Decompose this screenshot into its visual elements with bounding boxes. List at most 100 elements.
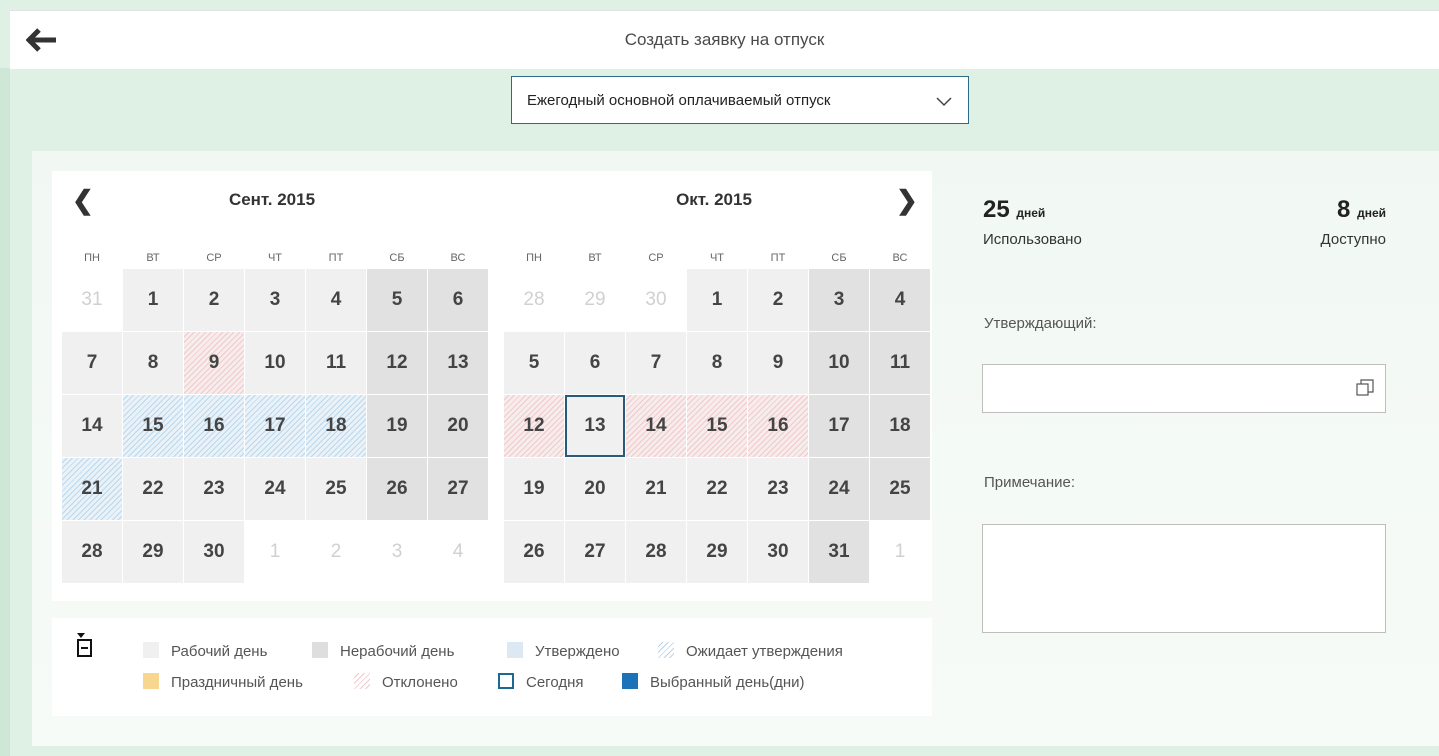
day-cell[interactable]: 27 [565, 521, 625, 583]
day-cell[interactable]: 25 [306, 458, 366, 520]
available-days-unit: дней [1357, 206, 1386, 220]
weekday-header: СР [206, 252, 222, 264]
day-cell[interactable]: 25 [870, 458, 930, 520]
day-cell[interactable]: 2 [748, 269, 808, 331]
available-days-label: Доступно [1320, 231, 1386, 248]
day-cell[interactable]: 18 [870, 395, 930, 457]
day-cell: 29 [584, 289, 606, 310]
note-textarea[interactable] [982, 524, 1386, 633]
day-cell[interactable]: 12 [367, 332, 427, 394]
day-cell[interactable]: 16 [184, 395, 244, 457]
day-cell[interactable]: 29 [687, 521, 747, 583]
prev-month-icon[interactable]: ❮ [72, 187, 94, 213]
legend-label: Ожидает утверждения [686, 643, 843, 660]
day-cell[interactable]: 28 [62, 521, 122, 583]
month-grid-sep: ПН ВТ СР ЧТ ПТ СБ ВС 31 1 2 3 4 5 6 7 8 9 10 11 12 13 14 15 16 1… [62, 248, 488, 583]
next-month-icon[interactable]: ❯ [896, 187, 918, 213]
legend-swatch [143, 673, 159, 689]
legend-holiday: Праздничный день [143, 673, 303, 691]
used-days: 25 дней [983, 196, 1045, 224]
day-cell[interactable]: 22 [687, 458, 747, 520]
day-cell[interactable]: 2 [184, 269, 244, 331]
day-cell[interactable]: 7 [62, 332, 122, 394]
day-cell[interactable]: 22 [123, 458, 183, 520]
day-cell[interactable]: 20 [565, 458, 625, 520]
header-bar: Создать заявку на отпуск [10, 10, 1439, 69]
month-title-oct: Окт. 2015 [676, 190, 752, 209]
day-cell[interactable]: 20 [428, 395, 488, 457]
day-cell[interactable]: 4 [870, 269, 930, 331]
day-cell[interactable]: 17 [809, 395, 869, 457]
day-cell[interactable]: 26 [504, 521, 564, 583]
day-cell[interactable]: 18 [306, 395, 366, 457]
weekday-header: ПТ [328, 252, 344, 264]
weekday-header: ПН [526, 252, 542, 264]
day-cell[interactable]: 1 [123, 269, 183, 331]
day-cell[interactable]: 11 [870, 332, 930, 394]
day-cell[interactable]: 7 [626, 332, 686, 394]
day-cell[interactable]: 19 [367, 395, 427, 457]
legend-label: Утверждено [535, 643, 620, 660]
legend: Рабочий день Нерабочий день Утверждено О… [52, 618, 932, 716]
day-cell[interactable]: 3 [809, 269, 869, 331]
used-days-unit: дней [1016, 206, 1046, 220]
page-title: Создать заявку на отпуск [624, 30, 825, 49]
day-cell[interactable]: 19 [504, 458, 564, 520]
day-cell[interactable]: 11 [306, 332, 366, 394]
day-cell[interactable]: 4 [306, 269, 366, 331]
day-cell[interactable]: 24 [245, 458, 305, 520]
value-help-icon[interactable] [1355, 378, 1375, 403]
day-cell[interactable]: 15 [123, 395, 183, 457]
day-cell[interactable]: 21 [626, 458, 686, 520]
approver-field[interactable] [982, 364, 1386, 413]
day-cell[interactable]: 3 [245, 269, 305, 331]
collapse-legend-icon[interactable] [76, 632, 94, 662]
legend-label: Нерабочий день [340, 643, 455, 660]
day-cell[interactable]: 30 [184, 521, 244, 583]
legend-swatch [498, 673, 514, 689]
legend-working: Рабочий день [143, 642, 267, 660]
day-cell[interactable]: 10 [809, 332, 869, 394]
day-cell[interactable]: 28 [626, 521, 686, 583]
day-cell[interactable]: 15 [687, 395, 747, 457]
leave-type-select[interactable]: Ежегодный основной оплачиваемый отпуск [511, 76, 969, 124]
day-cell[interactable]: 5 [367, 269, 427, 331]
day-cell[interactable]: 6 [565, 332, 625, 394]
day-cell: 3 [391, 541, 403, 562]
day-cell[interactable]: 31 [809, 521, 869, 583]
legend-rejected: Отклонено [354, 673, 458, 691]
weekday-header: ВС [450, 252, 466, 264]
day-cell[interactable]: 12 [504, 395, 564, 457]
day-cell[interactable]: 30 [748, 521, 808, 583]
day-cell[interactable]: 29 [123, 521, 183, 583]
legend-swatch [143, 642, 159, 658]
used-days-label: Использовано [983, 231, 1082, 248]
day-cell[interactable]: 17 [245, 395, 305, 457]
day-cell[interactable]: 10 [245, 332, 305, 394]
day-cell[interactable]: 21 [62, 458, 122, 520]
weekday-header: СР [648, 252, 664, 264]
legend-label: Выбранный день(дни) [650, 674, 805, 691]
day-cell[interactable]: 16 [748, 395, 808, 457]
day-cell[interactable]: 27 [428, 458, 488, 520]
day-cell[interactable]: 8 [687, 332, 747, 394]
left-strip [0, 68, 10, 756]
day-cell[interactable]: 6 [428, 269, 488, 331]
day-cell[interactable]: 1 [687, 269, 747, 331]
day-cell[interactable]: 13 [428, 332, 488, 394]
legend-pending: Ожидает утверждения [658, 642, 843, 660]
day-cell: 1 [894, 541, 906, 562]
day-cell: 4 [452, 541, 464, 562]
day-cell[interactable]: 14 [62, 395, 122, 457]
day-cell[interactable]: 8 [123, 332, 183, 394]
day-cell[interactable]: 23 [748, 458, 808, 520]
day-cell[interactable]: 24 [809, 458, 869, 520]
day-cell[interactable]: 9 [184, 332, 244, 394]
day-cell[interactable]: 26 [367, 458, 427, 520]
day-cell[interactable]: 13 [565, 395, 625, 457]
day-cell[interactable]: 23 [184, 458, 244, 520]
day-cell[interactable]: 9 [748, 332, 808, 394]
day-cell[interactable]: 5 [504, 332, 564, 394]
day-cell[interactable]: 14 [626, 395, 686, 457]
day-cell: 30 [645, 289, 667, 310]
